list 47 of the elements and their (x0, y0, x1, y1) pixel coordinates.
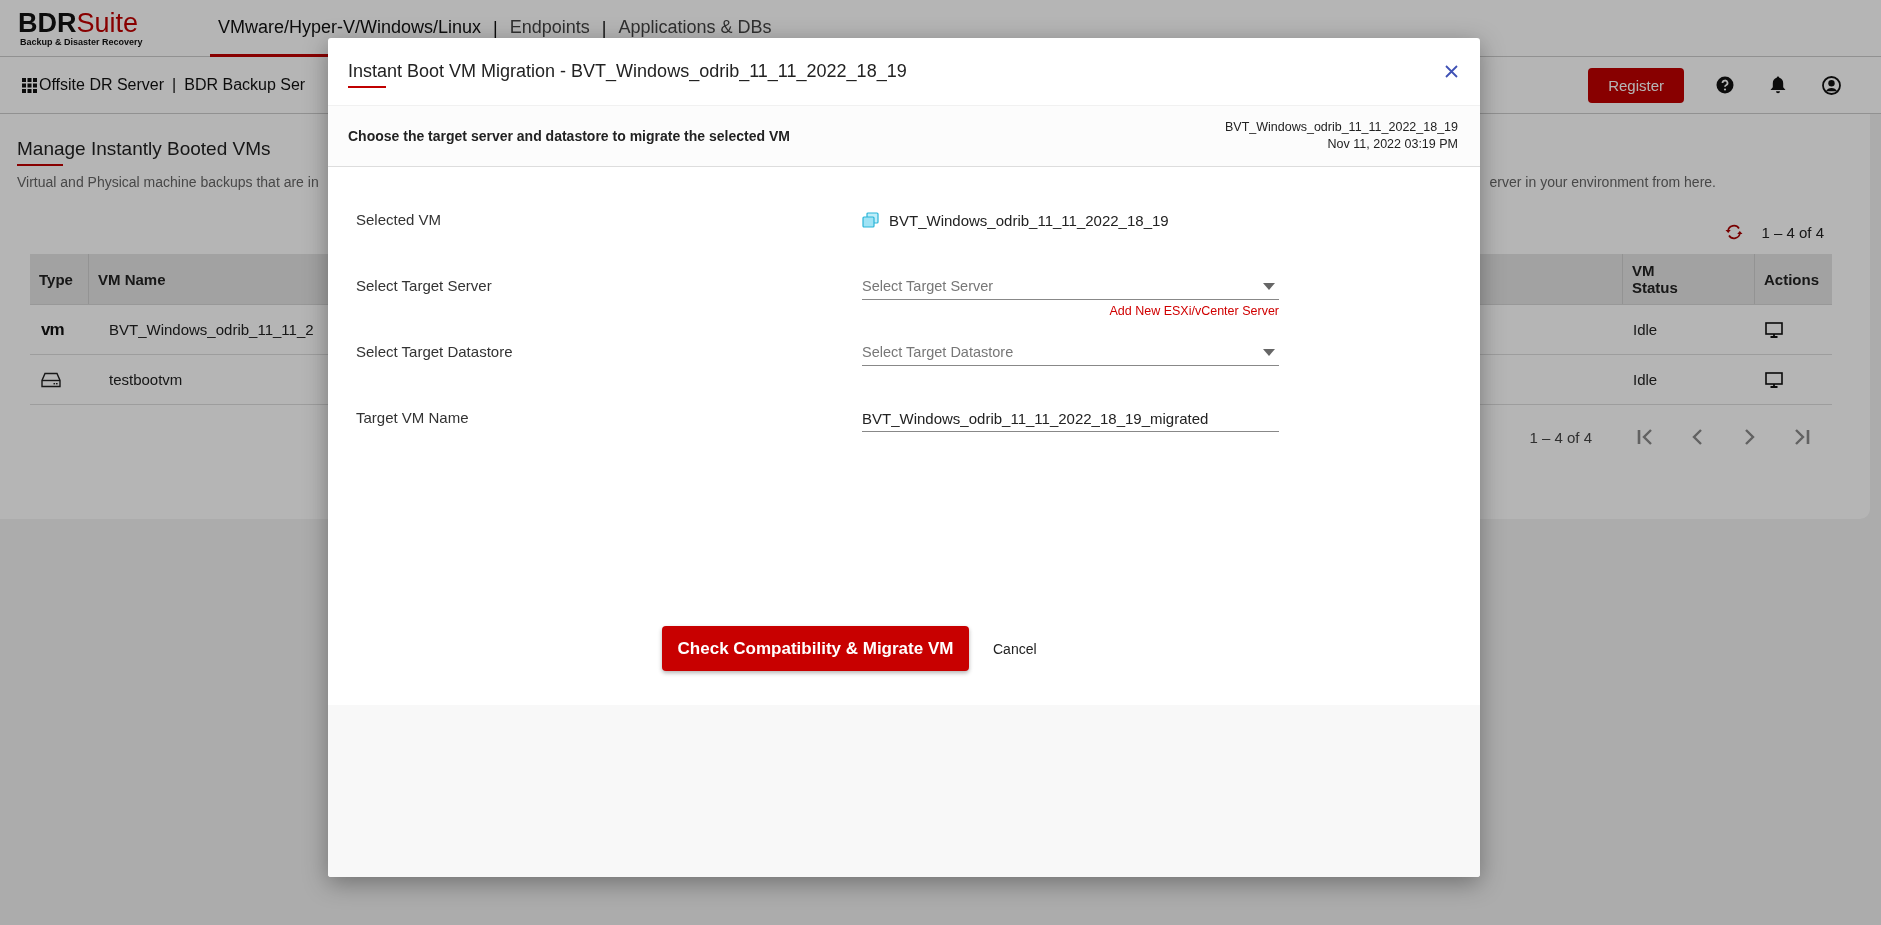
user-icon[interactable] (1822, 75, 1841, 95)
record-count: 1 – 4 of 4 (1761, 223, 1824, 241)
vm-name-label: BVT_Windows_odrib_11_11_2022_18_19 (1224, 119, 1458, 136)
field-label: Target VM Name (356, 408, 470, 428)
page-range: 1 – 4 of 4 (1529, 428, 1592, 446)
column-header: Type (38, 269, 74, 290)
page-description: erver in your environment from here. (1489, 174, 1716, 190)
migrate-button[interactable]: Check Compatibility & Migrate VM (662, 626, 969, 671)
status-cell: Idle (1633, 321, 1658, 338)
disk-drive-icon (41, 371, 61, 388)
column-header: Actions (1754, 254, 1832, 304)
tab-separator: | (600, 16, 608, 40)
dropdown-field[interactable]: Select Target Server (862, 273, 1279, 300)
vm-name-cell: testbootvm (109, 371, 183, 388)
close-icon (1445, 65, 1458, 78)
field-label: Select Target Server (356, 276, 493, 296)
caret-icon (1263, 282, 1275, 290)
caret-icon (1263, 348, 1275, 356)
vm-icon (862, 212, 879, 228)
logo: BDRSuite Backup & Disaster Recovery (18, 7, 144, 49)
selected-vm-name: BVT_Windows_odrib_11_11_2022_18_19 (889, 211, 1169, 229)
vmware-logo: vm (41, 319, 64, 340)
breadcrumb-link[interactable]: BDR Backup Ser (184, 76, 306, 94)
monitor-icon[interactable] (1765, 321, 1783, 338)
field-label: Select Target Datastore (356, 342, 514, 362)
field-label: Selected VM (356, 210, 443, 230)
text-field[interactable]: BVT_Windows_odrib_11_11_2022_18_19_migrated (862, 405, 1279, 432)
dialog-instruction: Choose the target server and datastore to migrate the selected VM (348, 128, 790, 144)
monitor-icon[interactable] (1765, 371, 1783, 388)
column-header: VM Status (1622, 254, 1754, 304)
timestamp: Nov 11, 2022 03:19 PM (1327, 136, 1458, 153)
vm-name-cell: BVT_Windows_odrib_11_11_2 (109, 321, 314, 338)
register-button[interactable]: Register (1588, 67, 1684, 103)
bell-icon[interactable] (1770, 76, 1786, 94)
status-cell: Idle (1633, 371, 1658, 388)
cancel-button[interactable]: Cancel (983, 634, 1047, 663)
help-icon[interactable] (1716, 76, 1734, 94)
add-server-link[interactable]: Add New ESXi/vCenter Server (1109, 304, 1279, 318)
breadcrumb-link[interactable]: Offsite DR Server (39, 76, 165, 94)
dropdown-field[interactable]: Select Target Datastore (862, 339, 1279, 366)
dialog-title: Instant Boot VM Migration - BVT_Windows_odrib_11_11_2022_18_19 (348, 60, 907, 83)
page-title: Manage Instantly Booted VMs (17, 137, 271, 161)
grid-icon[interactable] (22, 77, 37, 93)
page-description: Virtual and Physical machine backups that are in (17, 174, 319, 190)
breadcrumb-separator: | (171, 76, 178, 94)
tab-separator: | (492, 16, 499, 40)
refresh-icon[interactable] (1725, 224, 1744, 240)
